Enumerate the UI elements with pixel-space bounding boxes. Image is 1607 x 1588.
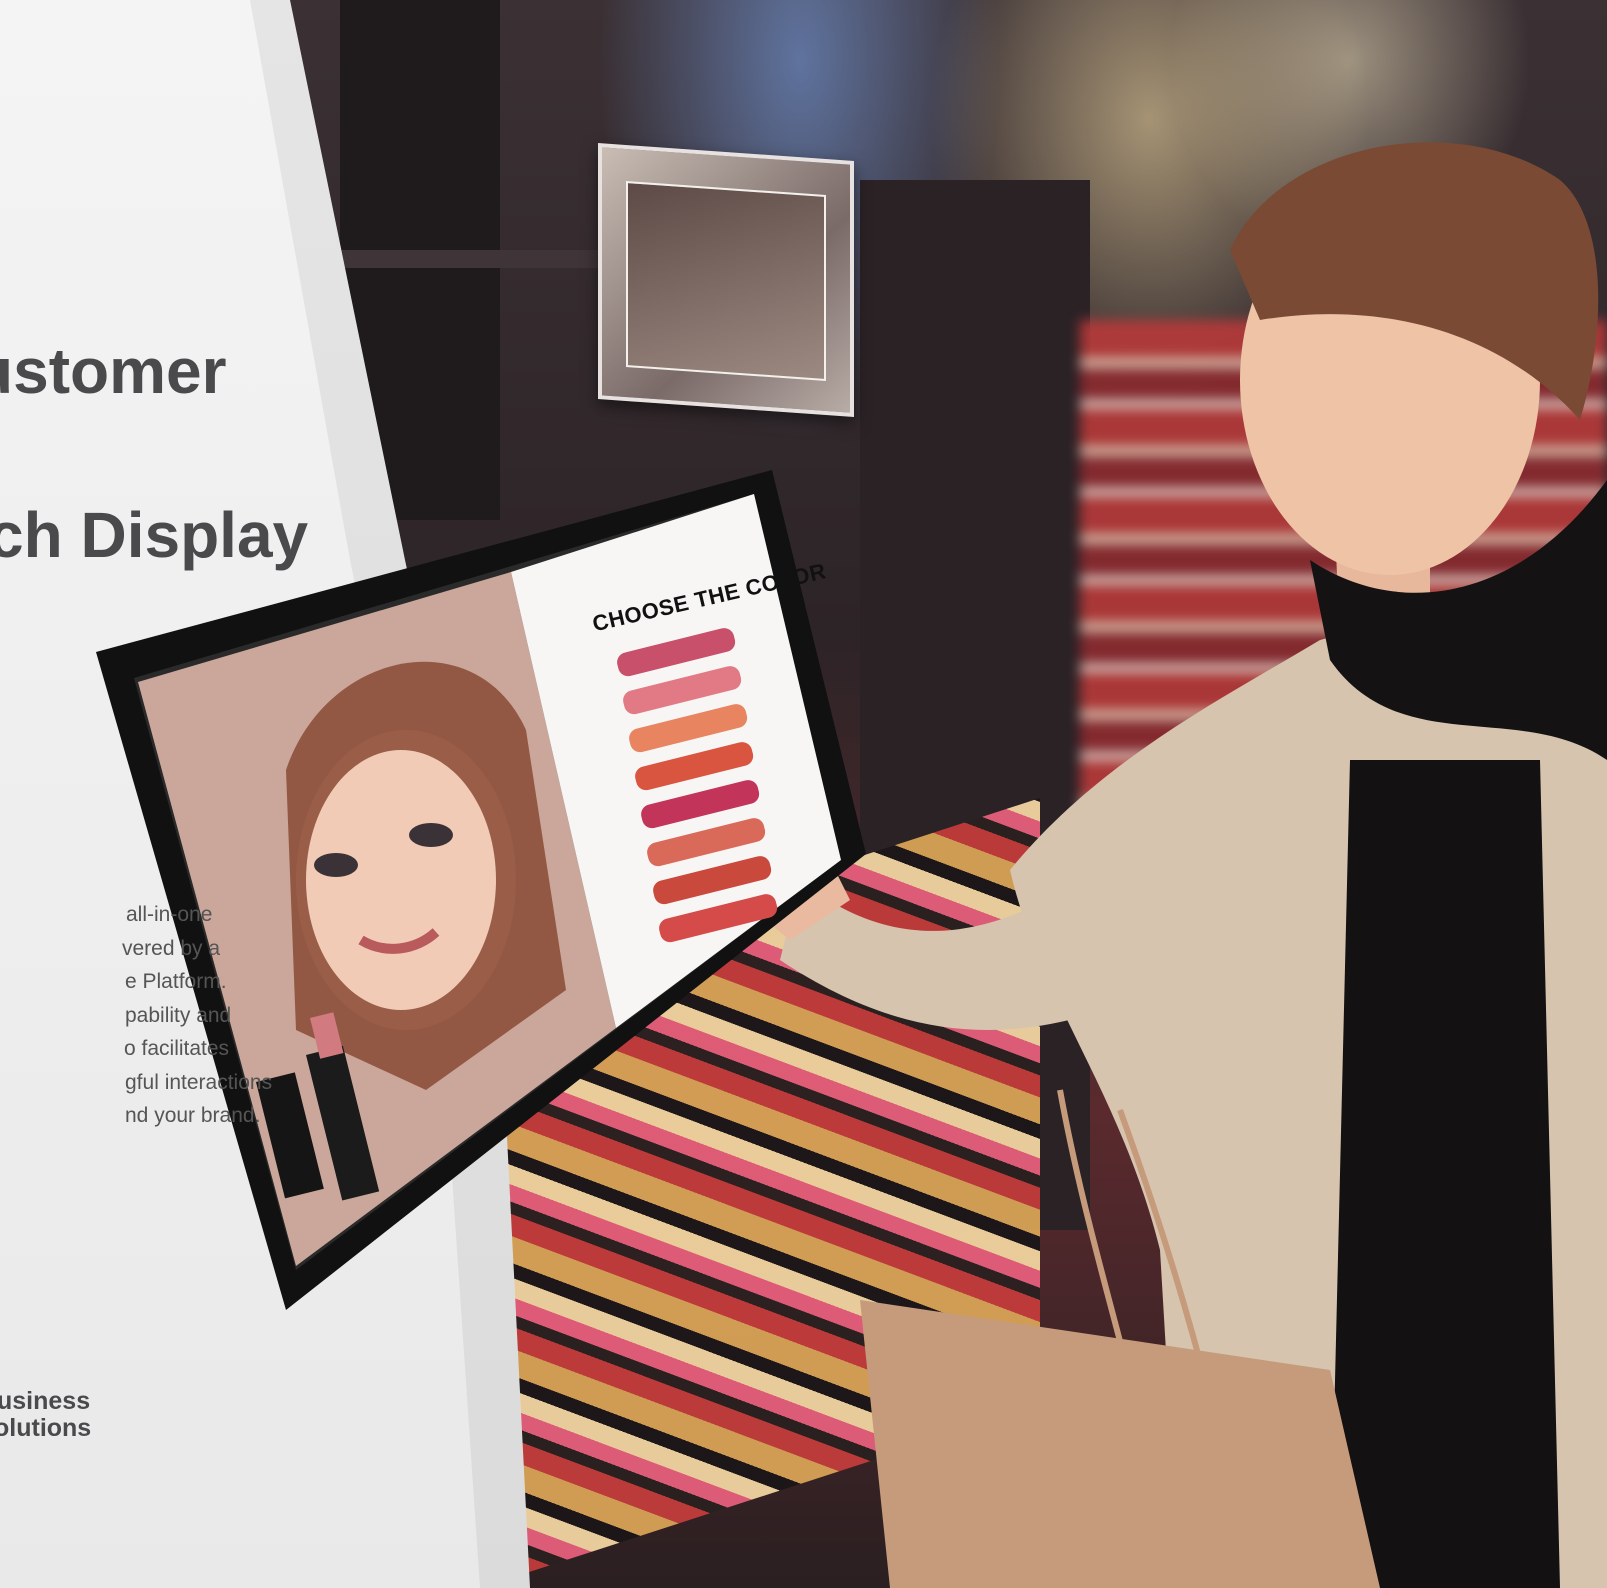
- description: all-in-one vered by a e Platform. pabili…: [0, 898, 272, 1133]
- lg-business-solutions-logo: usiness olutions: [0, 1388, 91, 1442]
- description-line: pability and: [125, 1003, 232, 1027]
- description-line: e Platform.: [125, 970, 227, 993]
- description-line: vered by a: [122, 936, 221, 960]
- description-line: gful interactions: [125, 1070, 273, 1094]
- headline: ustomer t ch Display: [0, 330, 308, 576]
- brand-line-1: usiness: [0, 1387, 91, 1415]
- description-line: all-in-one: [126, 903, 213, 926]
- headline-line-2: t: [0, 412, 308, 494]
- photo-scene: CHOOSE THE COLOR ustomer t ch Display al…: [0, 0, 1607, 1588]
- description-line: nd your brand.: [125, 1104, 261, 1127]
- headline-line-1: ustomer: [0, 335, 227, 407]
- headline-line-3: ch Display: [0, 499, 309, 571]
- brand-line-2: olutions: [0, 1414, 92, 1442]
- description-line: o facilitates: [124, 1037, 230, 1060]
